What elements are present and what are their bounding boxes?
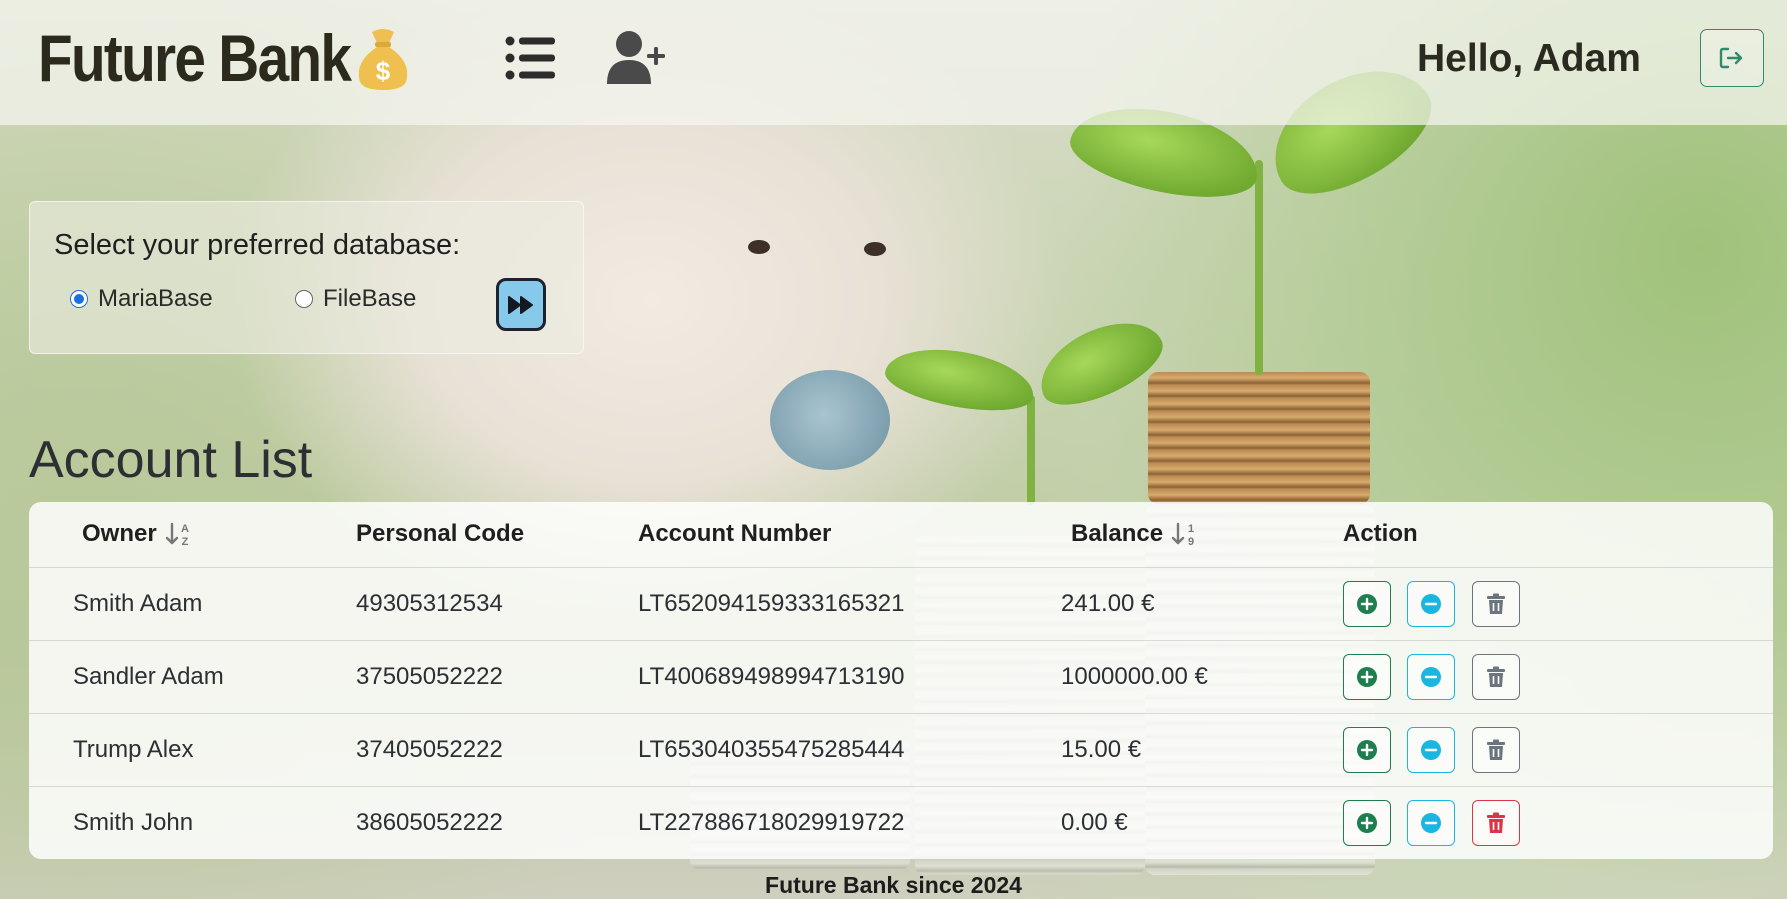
brand-title[interactable]: Future Bank — [38, 20, 352, 96]
mariabase-radio[interactable] — [70, 290, 88, 308]
owner-header-label: Owner — [82, 520, 157, 547]
owner-cell: Trump Alex — [73, 736, 194, 763]
owner-cell: Sandler Adam — [73, 663, 224, 690]
withdraw-button[interactable] — [1407, 727, 1455, 773]
svg-text:A: A — [181, 523, 189, 535]
deposit-button[interactable] — [1343, 581, 1391, 627]
account-table: Owner A Z Personal Code Account Number B… — [29, 502, 1773, 859]
delete-button[interactable] — [1472, 727, 1520, 773]
balance-header-label: Balance — [1071, 520, 1164, 547]
personal-code-column-header: Personal Code — [356, 520, 525, 547]
personal-code-cell: 37505052222 — [356, 663, 503, 690]
minus-circle-icon — [1421, 813, 1441, 833]
sort-alpha-icon[interactable]: A Z — [165, 521, 193, 547]
table-row: Trump Alex 37405052222 LT653040355475285… — [29, 714, 1773, 787]
database-option-mariabase[interactable]: MariaBase — [70, 285, 213, 313]
minus-circle-icon — [1421, 667, 1441, 687]
trash-icon — [1487, 593, 1505, 614]
balance-column-header[interactable]: Balance 1 9 — [1071, 520, 1199, 548]
top-navbar: Future Bank $ Hello, Adam — [0, 0, 1787, 125]
minus-circle-icon — [1421, 740, 1441, 760]
deposit-button[interactable] — [1343, 654, 1391, 700]
user-greeting: Hello, Adam — [1417, 37, 1641, 80]
database-option-filebase[interactable]: FileBase — [295, 285, 416, 313]
plus-circle-icon — [1357, 813, 1377, 833]
delete-button[interactable] — [1472, 654, 1520, 700]
withdraw-button[interactable] — [1407, 581, 1455, 627]
withdraw-button[interactable] — [1407, 800, 1455, 846]
delete-button[interactable] — [1472, 800, 1520, 846]
list-icon[interactable] — [505, 33, 555, 83]
fast-forward-icon — [508, 295, 533, 314]
page-title: Account List — [29, 431, 313, 489]
filebase-label: FileBase — [323, 285, 417, 312]
user-plus-icon[interactable] — [605, 30, 669, 86]
balance-cell: 241.00 € — [1061, 590, 1155, 617]
account-number-cell: LT400689498994713190 — [638, 663, 905, 690]
svg-text:9: 9 — [1188, 536, 1194, 547]
minus-circle-icon — [1421, 594, 1441, 614]
account-number-column-header: Account Number — [638, 520, 832, 547]
svg-text:1: 1 — [1188, 523, 1194, 535]
sort-numeric-icon[interactable]: 1 9 — [1171, 521, 1199, 547]
database-submit-button[interactable] — [496, 278, 546, 331]
svg-text:$: $ — [376, 56, 391, 86]
filebase-radio[interactable] — [295, 290, 313, 308]
action-column-header: Action — [1343, 520, 1418, 547]
owner-cell: Smith John — [73, 809, 194, 836]
money-bag-icon: $ — [358, 29, 408, 90]
personal-code-cell: 37405052222 — [356, 736, 503, 763]
trash-icon — [1487, 739, 1505, 760]
balance-cell: 15.00 € — [1061, 736, 1142, 763]
svg-text:Z: Z — [181, 536, 188, 547]
logout-button[interactable] — [1700, 29, 1764, 87]
mariabase-label: MariaBase — [98, 285, 213, 312]
plus-circle-icon — [1357, 594, 1377, 614]
delete-button[interactable] — [1472, 581, 1520, 627]
withdraw-button[interactable] — [1407, 654, 1455, 700]
account-number-cell: LT227886718029919722 — [638, 809, 905, 836]
balance-cell: 1000000.00 € — [1061, 663, 1208, 690]
table-header-row: Owner A Z Personal Code Account Number B… — [29, 502, 1773, 568]
owner-cell: Smith Adam — [73, 590, 203, 617]
plus-circle-icon — [1357, 667, 1377, 687]
table-row: Smith John 38605052222 LT227886718029919… — [29, 787, 1773, 859]
table-row: Smith Adam 49305312534 LT652094159333165… — [29, 568, 1773, 641]
logout-icon — [1719, 47, 1743, 69]
plus-circle-icon — [1357, 740, 1377, 760]
personal-code-cell: 38605052222 — [356, 809, 503, 836]
balance-cell: 0.00 € — [1061, 809, 1128, 836]
owner-column-header[interactable]: Owner A Z — [82, 520, 193, 548]
account-number-cell: LT652094159333165321 — [638, 590, 905, 617]
database-selector-card: Select your preferred database: MariaBas… — [29, 201, 584, 354]
deposit-button[interactable] — [1343, 727, 1391, 773]
personal-code-cell: 49305312534 — [356, 590, 503, 617]
deposit-button[interactable] — [1343, 800, 1391, 846]
trash-icon — [1487, 666, 1505, 687]
page-footer: Future Bank since 2024 — [765, 872, 1022, 898]
trash-icon — [1487, 812, 1505, 833]
account-number-cell: LT653040355475285444 — [638, 736, 905, 763]
table-row: Sandler Adam 37505052222 LT4006894989947… — [29, 641, 1773, 714]
database-selector-title: Select your preferred database: — [54, 229, 461, 261]
